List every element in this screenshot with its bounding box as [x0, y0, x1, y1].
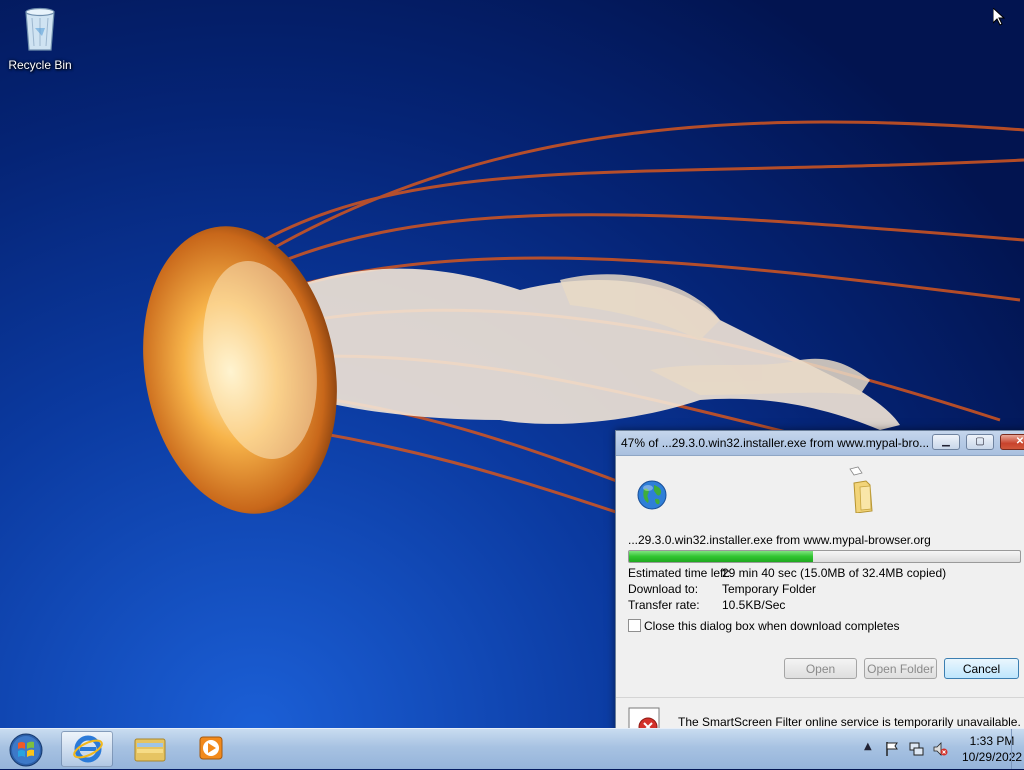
download-folder-icon	[849, 466, 873, 513]
taskbar-windows-media-player[interactable]	[186, 731, 238, 767]
download-to-value: Temporary Folder	[722, 582, 817, 596]
transfer-rate-row: Transfer rate: 10.5KB/Sec	[628, 598, 785, 612]
show-desktop-button[interactable]	[1011, 729, 1024, 769]
close-when-complete-checkbox[interactable]	[628, 619, 641, 632]
estimated-time-label: Estimated time left:	[628, 566, 731, 580]
estimated-time-row: Estimated time left: 29 min 40 sec (15.0…	[628, 566, 946, 580]
volume-muted-icon[interactable]	[932, 741, 948, 757]
minimize-button[interactable]: ▁	[932, 434, 960, 450]
start-button[interactable]	[7, 732, 45, 768]
progress-bar-fill	[629, 551, 813, 562]
close-when-complete-label: Close this dialog box when download comp…	[644, 619, 900, 633]
dialog-titlebar[interactable]: 47% of ...29.3.0.win32.installer.exe fro…	[616, 431, 1024, 456]
download-progress-bar	[628, 550, 1021, 563]
open-folder-button[interactable]: Open Folder	[864, 658, 937, 679]
windows-media-player-icon	[199, 736, 223, 760]
close-button[interactable]: ✕	[1000, 434, 1024, 450]
download-to-label: Download to:	[628, 582, 699, 596]
open-button[interactable]: Open	[784, 658, 857, 679]
recycle-bin-icon	[25, 7, 55, 51]
close-icon: ✕	[1015, 436, 1024, 447]
action-center-flag-icon[interactable]	[884, 741, 900, 757]
windows-explorer-icon	[134, 738, 166, 762]
transfer-rate-value: 10.5KB/Sec	[722, 598, 786, 612]
system-tray: ▲ 1:33 PM 10/29/2022	[834, 729, 1024, 769]
globe-icon	[637, 480, 667, 510]
cancel-button[interactable]: Cancel	[944, 658, 1019, 679]
download-progress-dialog: 47% of ...29.3.0.win32.installer.exe fro…	[615, 430, 1024, 739]
maximize-button[interactable]: ▢	[966, 434, 994, 450]
taskbar-internet-explorer[interactable]	[61, 731, 113, 767]
close-when-complete-checkbox-row[interactable]: Close this dialog box when download comp…	[628, 619, 900, 633]
dialog-divider	[616, 697, 1024, 698]
transfer-rate-label: Transfer rate:	[628, 598, 700, 612]
internet-explorer-icon	[73, 735, 103, 763]
smartscreen-message: The SmartScreen Filter online service is…	[678, 715, 1021, 729]
estimated-time-value: 29 min 40 sec (15.0MB of 32.4MB copied)	[722, 566, 947, 580]
recycle-bin-label: Recycle Bin	[8, 58, 72, 72]
mouse-cursor-icon	[993, 8, 1005, 26]
download-file-source: ...29.3.0.win32.installer.exe from www.m…	[628, 533, 931, 547]
network-icon[interactable]	[908, 741, 924, 757]
taskbar: ▲ 1:33 PM 10/29/2022	[0, 728, 1024, 769]
download-to-row: Download to: Temporary Folder	[628, 582, 816, 596]
taskbar-windows-explorer[interactable]	[124, 731, 176, 767]
show-hidden-icons-button[interactable]: ▲	[864, 741, 872, 752]
maximize-icon: ▢	[975, 436, 985, 447]
minimize-icon: ▁	[942, 436, 950, 447]
dialog-title: 47% of ...29.3.0.win32.installer.exe fro…	[621, 436, 930, 450]
recycle-bin-desktop-icon[interactable]: Recycle Bin	[8, 6, 72, 72]
